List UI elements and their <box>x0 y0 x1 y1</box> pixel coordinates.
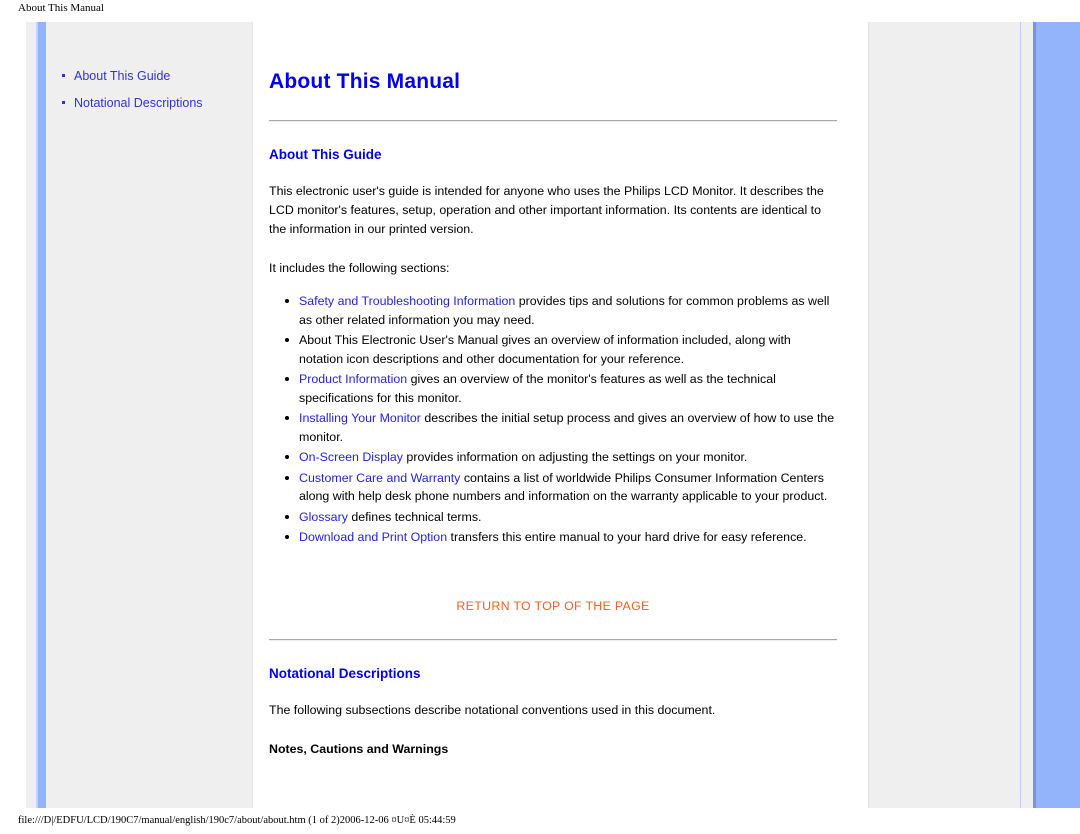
right-accent-bar <box>1033 22 1080 808</box>
right-panel <box>868 22 1020 808</box>
sidebar-accent-bar <box>36 22 46 808</box>
list-item: Safety and Troubleshooting Information p… <box>285 292 837 329</box>
list-item: Installing Your Monitor describes the in… <box>285 409 837 446</box>
subsection-heading-notes-cautions-warnings: Notes, Cautions and Warnings <box>269 741 449 756</box>
link-installing-your-monitor[interactable]: Installing Your Monitor <box>299 411 421 425</box>
bullet-icon <box>285 455 289 459</box>
paragraph-includes-lead: It includes the following sections: <box>269 261 450 275</box>
section-heading-notational-descriptions: Notational Descriptions <box>269 665 421 681</box>
bullet-icon <box>285 338 289 342</box>
return-to-top-link[interactable]: RETURN TO TOP OF THE PAGE <box>269 549 837 613</box>
bullet-icon <box>62 74 65 77</box>
section-heading-about-this-guide: About This Guide <box>269 147 382 162</box>
list-item: About This Electronic User's Manual give… <box>285 331 837 368</box>
paragraph-intro: This electronic user's guide is intended… <box>269 184 824 236</box>
paragraph-notational-intro: The following subsections describe notat… <box>269 702 716 717</box>
list-item: On-Screen Display provides information o… <box>285 448 837 467</box>
link-glossary[interactable]: Glossary <box>299 510 348 524</box>
list-item: Download and Print Option transfers this… <box>285 528 837 547</box>
sidebar-item-about-this-guide[interactable]: About This Guide <box>60 68 250 84</box>
link-safety-and-troubleshooting[interactable]: Safety and Troubleshooting Information <box>299 294 515 308</box>
main-content: About This Manual About This Guide This … <box>252 22 868 808</box>
list-item-text: About This Electronic User's Manual give… <box>299 333 791 366</box>
bullet-icon <box>285 299 289 303</box>
right-panel-gap <box>1021 22 1033 808</box>
bullet-icon <box>285 475 289 480</box>
list-item-text: defines technical terms. <box>347 509 482 524</box>
link-on-screen-display[interactable]: On-Screen Display <box>299 450 403 464</box>
list-item: Customer Care and Warranty contains a li… <box>285 469 837 506</box>
sidebar-link-about-this-guide[interactable]: About This Guide <box>74 69 170 83</box>
bullet-icon <box>285 416 289 420</box>
page-frame: About This Guide Notational Descriptions… <box>0 22 1080 808</box>
list-item: Glossary defines technical terms. <box>285 508 837 527</box>
bullet-icon <box>62 101 65 104</box>
bullet-icon <box>285 535 289 539</box>
browser-print-header: About This Manual <box>18 2 104 14</box>
bullet-icon <box>285 377 289 381</box>
content-inner: About This Manual About This Guide This … <box>269 22 837 756</box>
sidebar-nav: About This Guide Notational Descriptions <box>26 22 252 808</box>
list-item: Product Information gives an overview of… <box>285 370 837 407</box>
link-download-and-print-option[interactable]: Download and Print Option <box>299 530 447 544</box>
link-product-information[interactable]: Product Information <box>299 372 407 386</box>
list-item-text: provides information on adjusting the se… <box>402 450 748 464</box>
sections-list: Safety and Troubleshooting Information p… <box>269 292 837 547</box>
sidebar-nav-list: About This Guide Notational Descriptions <box>60 68 250 122</box>
link-customer-care-and-warranty[interactable]: Customer Care and Warranty <box>299 471 460 485</box>
page-title: About This Manual <box>269 70 461 93</box>
browser-print-footer: file:///D|/EDFU/LCD/190C7/manual/english… <box>18 815 456 826</box>
sidebar-item-notational-descriptions[interactable]: Notational Descriptions <box>60 95 250 111</box>
bullet-icon <box>285 514 289 519</box>
list-item-text: transfers this entire manual to your har… <box>447 530 807 544</box>
sidebar-link-notational-descriptions[interactable]: Notational Descriptions <box>74 96 203 110</box>
